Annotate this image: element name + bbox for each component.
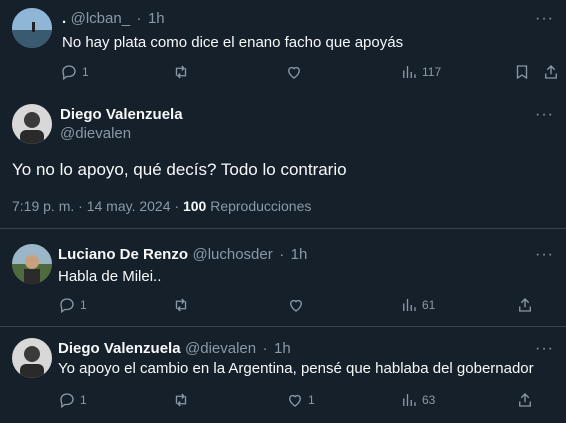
avatar-image xyxy=(12,8,52,48)
author-name[interactable]: Diego Valenzuela xyxy=(60,106,183,123)
tweet-time[interactable]: 1h xyxy=(274,340,291,357)
more-options-icon[interactable]: ··· xyxy=(535,246,554,264)
views-label: Reproducciones xyxy=(210,198,312,214)
views-icon xyxy=(403,299,416,311)
tweet-time[interactable]: 1h xyxy=(291,246,308,263)
avatar-image xyxy=(12,338,52,378)
reply-icon xyxy=(62,65,76,81)
like-count: 1 xyxy=(308,393,315,407)
reply-count: 1 xyxy=(82,65,89,79)
reply-button[interactable]: 1 xyxy=(60,63,89,81)
tweet-4[interactable]: Diego Valenzuela @dievalen · 1h ··· Yo a… xyxy=(0,330,566,423)
views-icon xyxy=(403,394,416,406)
tweet-text: No hay plata como dice el enano facho qu… xyxy=(62,34,404,51)
views-button[interactable]: 63 xyxy=(400,391,435,409)
tweet-text: Yo apoyo el cambio en la Argentina, pens… xyxy=(58,360,534,377)
share-button[interactable] xyxy=(516,391,534,409)
tweet-actions: 1 117 xyxy=(0,63,566,83)
author-name[interactable]: Diego Valenzuela xyxy=(58,340,181,357)
retweet-icon xyxy=(175,65,187,79)
separator: · xyxy=(136,10,142,27)
author-name[interactable]: . xyxy=(62,10,66,27)
share-button[interactable] xyxy=(516,296,534,314)
views-button[interactable]: 117 xyxy=(400,63,441,81)
reply-button[interactable]: 1 xyxy=(58,391,87,409)
divider xyxy=(0,228,566,229)
author-handle[interactable]: @dievalen xyxy=(60,125,131,142)
author-handle[interactable]: @luchosder xyxy=(192,246,272,263)
more-options-icon[interactable]: ··· xyxy=(535,340,554,358)
retweet-button[interactable] xyxy=(172,63,190,81)
views-count: 63 xyxy=(422,393,436,407)
heart-icon xyxy=(288,66,300,79)
heart-icon xyxy=(289,394,301,407)
tweet-1[interactable]: . @lcban_ · 1h ··· No hay plata como dic… xyxy=(0,0,566,92)
share-icon xyxy=(519,298,531,312)
retweet-button[interactable] xyxy=(172,296,190,314)
retweet-button[interactable] xyxy=(172,391,190,409)
views-count: 117 xyxy=(422,65,442,79)
reply-count: 1 xyxy=(80,393,87,407)
tweet-text: Yo no lo apoyo, qué decís? Todo lo contr… xyxy=(12,160,347,179)
tweet-time[interactable]: 1h xyxy=(148,10,165,27)
separator: · xyxy=(262,340,268,357)
tweet-actions: 1 1 63 xyxy=(0,391,566,411)
reply-count: 1 xyxy=(80,298,87,312)
views-icon xyxy=(403,66,416,78)
avatar-image xyxy=(12,104,52,144)
avatar[interactable] xyxy=(12,244,52,284)
tweet-timestamp[interactable]: 7:19 p. m. · 14 may. 2024 xyxy=(12,198,171,214)
like-button[interactable]: 1 xyxy=(286,391,315,409)
reply-button[interactable]: 1 xyxy=(58,296,87,314)
share-icon xyxy=(545,65,557,79)
bookmark-icon xyxy=(516,65,528,80)
tweet-actions: 1 61 xyxy=(0,296,566,316)
like-button[interactable] xyxy=(285,63,303,81)
heart-icon xyxy=(290,299,302,312)
avatar[interactable] xyxy=(12,8,52,48)
tweet-text: Habla de Milei.. xyxy=(58,268,162,285)
tweet-meta: 7:19 p. m. · 14 may. 2024 · 100 Reproduc… xyxy=(12,198,311,214)
reply-icon xyxy=(60,393,74,409)
tweet-3[interactable]: Luciano De Renzo @luchosder · 1h ··· Hab… xyxy=(0,236,566,328)
views-count: 61 xyxy=(422,298,436,312)
avatar[interactable] xyxy=(12,338,52,378)
bookmark-button[interactable] xyxy=(513,63,531,81)
divider xyxy=(0,326,566,327)
separator: · xyxy=(174,198,180,214)
avatar[interactable] xyxy=(12,104,52,144)
author-name[interactable]: Luciano De Renzo xyxy=(58,246,188,263)
more-options-icon[interactable]: ··· xyxy=(535,106,554,124)
share-button[interactable] xyxy=(542,63,560,81)
reply-icon xyxy=(60,298,74,314)
share-icon xyxy=(519,393,531,407)
tweet-header: . @lcban_ · 1h xyxy=(62,10,165,28)
separator: · xyxy=(279,246,285,263)
retweet-icon xyxy=(175,298,187,312)
avatar-image xyxy=(12,244,52,284)
author-handle[interactable]: @dievalen xyxy=(185,340,256,357)
author-handle[interactable]: @lcban_ xyxy=(71,10,130,27)
views-count: 100 xyxy=(182,198,207,214)
retweet-icon xyxy=(175,393,187,407)
more-options-icon[interactable]: ··· xyxy=(535,10,554,28)
tweet-2-focused[interactable]: Diego Valenzuela @dievalen ··· Yo no lo … xyxy=(0,96,566,224)
tweet-header: Diego Valenzuela @dievalen · 1h xyxy=(58,340,291,358)
views-button[interactable]: 61 xyxy=(400,296,435,314)
tweet-header: Luciano De Renzo @luchosder · 1h xyxy=(58,246,307,264)
like-button[interactable] xyxy=(287,296,305,314)
